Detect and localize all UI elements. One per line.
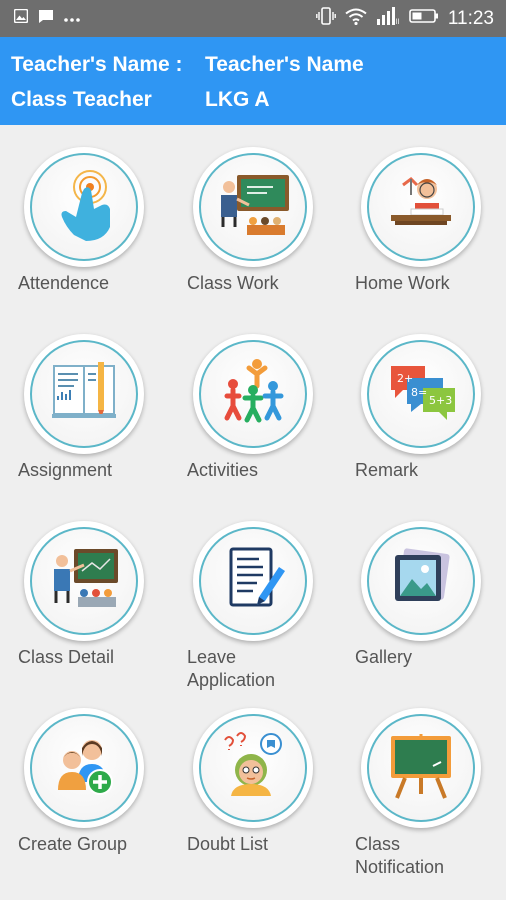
touch-hand-icon: [44, 165, 124, 250]
leave-application-label: Leave Application: [187, 647, 276, 690]
signal-icon: ll: [376, 7, 400, 30]
svg-text:8=: 8=: [411, 386, 427, 399]
activities-label: Activities: [187, 460, 259, 480]
image-icon: [13, 8, 29, 28]
teacher-name-label: Teacher's Name :: [11, 53, 183, 76]
gallery-label: Gallery: [355, 647, 413, 667]
speech-bubbles-icon: 2+ 8= 5+3: [381, 352, 461, 437]
menu-grid: Attendence Class Work Home Work Assignme…: [0, 125, 506, 900]
status-bar: ll 11:23: [0, 0, 506, 37]
svg-text:5+3: 5+3: [429, 394, 452, 407]
svg-text:2+: 2+: [397, 372, 413, 385]
home-work-label: Home Work: [355, 273, 450, 293]
vibrate-icon: [315, 7, 336, 30]
battery-icon: [409, 9, 439, 28]
remark-label: Remark: [355, 460, 419, 480]
teacher-board-icon: [44, 539, 124, 624]
teacher-name-value: Teacher's Name: [205, 53, 364, 76]
class-detail-label: Class Detail: [18, 647, 115, 667]
create-group-label: Create Group: [18, 834, 128, 854]
clock: 11:23: [447, 7, 494, 29]
classroom-board-icon: [213, 165, 293, 250]
add-group-icon: [44, 726, 124, 811]
assignment-label: Assignment: [18, 460, 113, 480]
student-question-icon: [213, 726, 293, 811]
class-work-label: Class Work: [187, 273, 279, 293]
class-teacher-value: LKG A: [205, 88, 270, 111]
picture-icon: [381, 539, 461, 624]
people-activity-icon: [213, 352, 293, 437]
document-pen-icon: [213, 539, 293, 624]
doubt-list-label: Doubt List: [187, 834, 269, 854]
svg-text:ll: ll: [395, 18, 399, 25]
notebook-pencil-icon: [44, 352, 124, 437]
class-teacher-label: Class Teacher: [11, 88, 152, 111]
teacher-info-header: Teacher's Name : Teacher's Name Class Te…: [0, 37, 506, 125]
class-notification-label: Class Notification: [355, 834, 445, 877]
more-icon: [64, 10, 80, 28]
attendence-label: Attendence: [18, 273, 110, 293]
message-icon: [38, 9, 54, 29]
wifi-icon: [345, 8, 367, 30]
student-desk-icon: [381, 165, 461, 250]
chalkboard-easel-icon: [381, 726, 461, 811]
